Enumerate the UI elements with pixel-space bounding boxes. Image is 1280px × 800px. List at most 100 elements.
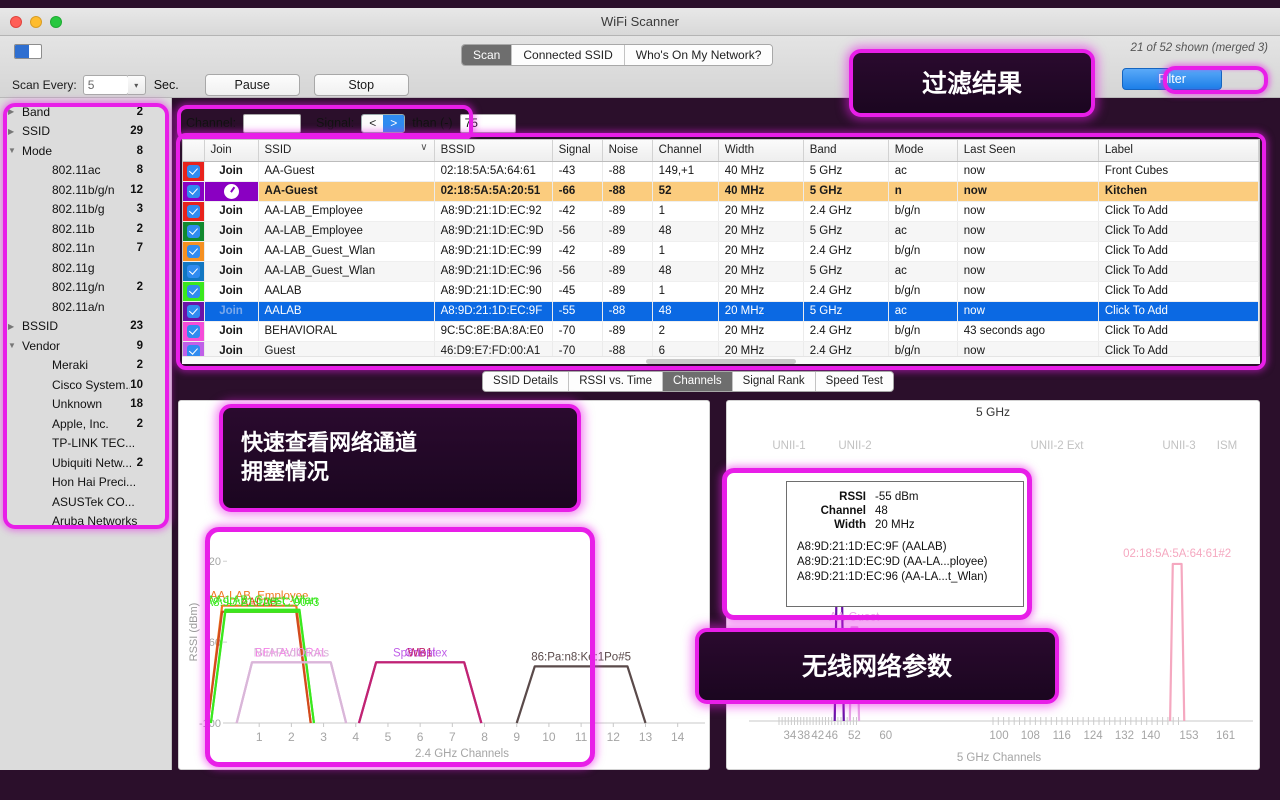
tab-signal-rank[interactable]: Signal Rank	[732, 372, 816, 391]
row-enable-checkbox[interactable]	[183, 201, 205, 222]
cell-label[interactable]: Click To Add	[1098, 261, 1259, 282]
tooltip-bssid-entry: A8:9D:21:1D:EC:96 (AA-LA...t_Wlan)	[797, 571, 988, 583]
networks-table-container[interactable]: Join SSID ∨ BSSID Signal Noise Channel W…	[182, 139, 1260, 364]
tab-channels[interactable]: Channels	[663, 372, 733, 391]
row-enable-checkbox[interactable]	[183, 281, 205, 302]
filter-tree-item-aruba-networks[interactable]: Aruba Networks	[0, 512, 171, 532]
disclosure-triangle-icon[interactable]: ▶	[8, 107, 22, 116]
disclosure-triangle-icon[interactable]: ▼	[8, 341, 22, 350]
maximize-window-icon[interactable]	[50, 15, 62, 28]
row-enable-checkbox[interactable]	[183, 321, 205, 342]
join-network-button[interactable]: Join	[204, 301, 259, 322]
col-channel[interactable]: Channel	[652, 140, 719, 162]
tab-rssi-vs-time[interactable]: RSSI vs. Time	[569, 372, 664, 391]
col-ssid[interactable]: SSID ∨	[258, 140, 435, 162]
filter-tree-item-802-11b-g[interactable]: 802.11b/g 3	[0, 200, 171, 220]
filter-tree-item-tp-link-tec[interactable]: TP-LINK TEC...	[0, 434, 171, 454]
tab-speed-test[interactable]: Speed Test	[815, 372, 893, 391]
filter-tree-item-802-11b-g-n[interactable]: 802.11b/g/n 12	[0, 180, 171, 200]
row-enable-checkbox[interactable]	[183, 181, 205, 202]
filter-tree-item-802-11n[interactable]: 802.11n 7	[0, 239, 171, 259]
stop-button[interactable]: Stop	[313, 74, 409, 96]
col-signal[interactable]: Signal	[552, 140, 603, 162]
tab-scan[interactable]: Scan	[462, 45, 513, 65]
cell-last-seen: now	[957, 201, 1099, 222]
filter-tree-item-802-11g[interactable]: 802.11g	[0, 258, 171, 278]
scan-interval-chevron-down-icon[interactable]: ▾	[127, 75, 146, 95]
filter-tree-item-hon-hai-preci[interactable]: Hon Hai Preci...	[0, 473, 171, 493]
filter-tree-item-unknown[interactable]: Unknown 18	[0, 395, 171, 415]
join-network-button[interactable]: Join	[204, 321, 259, 342]
join-network-button[interactable]: Join	[204, 201, 259, 222]
col-label[interactable]: Label	[1098, 140, 1259, 162]
table-row[interactable]: Join AA-LAB_Employee A8:9D:21:1D:EC:92 -42-…	[183, 201, 1259, 222]
filter-tree-item-ubiquiti-netw[interactable]: Ubiquiti Netw... 2	[0, 453, 171, 473]
tab-whos-on-my-network[interactable]: Who's On My Network?	[624, 45, 773, 65]
table-row[interactable]: Join AALAB A8:9D:21:1D:EC:90 -45 -89 1 20 MHz 2…	[183, 281, 1259, 302]
pause-button[interactable]: Pause	[204, 74, 300, 96]
filter-tree-item-band[interactable]: ▶ Band 2	[0, 102, 171, 122]
filter-tree-item-bssid[interactable]: ▶ BSSID 23	[0, 317, 171, 337]
filter-tree-item-802-11b[interactable]: 802.11b 2	[0, 219, 171, 239]
cell-label[interactable]: Click To Add	[1098, 321, 1259, 342]
select-all-checkbox-cell[interactable]	[183, 140, 205, 162]
join-network-button[interactable]: Join	[204, 241, 259, 262]
table-row[interactable]: AA-Guest 02:18:5A:5A:20:51 -66 -88 52 40 MHz 5…	[183, 181, 1259, 202]
cell-label[interactable]: Front Cubes	[1098, 161, 1259, 182]
row-enable-checkbox[interactable]	[183, 301, 205, 322]
col-bssid[interactable]: BSSID	[434, 140, 553, 162]
row-enable-checkbox[interactable]	[183, 221, 205, 242]
scan-interval-input[interactable]: 5	[82, 75, 129, 95]
filter-tree-item-802-11g-n[interactable]: 802.11g/n 2	[0, 278, 171, 298]
filter-tree-item-mode[interactable]: ▼ Mode 8	[0, 141, 171, 161]
filter-tree-item-802-11a-n[interactable]: 802.11a/n	[0, 297, 171, 317]
row-enable-checkbox[interactable]	[183, 161, 205, 182]
tab-ssid-details[interactable]: SSID Details	[483, 372, 570, 391]
table-row[interactable]: Join AA-Guest 02:18:5A:5A:64:61 -43 -88 149,+…	[183, 161, 1259, 182]
join-network-button[interactable]: Join	[204, 161, 259, 182]
filter-tree-item-vendor[interactable]: ▼ Vendor 9	[0, 336, 171, 356]
filter-tree-item-802-11ac[interactable]: 802.11ac 8	[0, 161, 171, 181]
col-width[interactable]: Width	[718, 140, 804, 162]
operator-greater-than[interactable]: >	[383, 114, 405, 132]
row-enable-checkbox[interactable]	[183, 241, 205, 262]
join-network-button[interactable]: Join	[204, 221, 259, 242]
col-mode[interactable]: Mode	[888, 140, 958, 162]
cell-label[interactable]: Click To Add	[1098, 241, 1259, 262]
table-horizontal-scrollbar[interactable]	[182, 356, 1260, 364]
filter-tree-item-cisco-system[interactable]: Cisco System... 10	[0, 375, 171, 395]
col-band[interactable]: Band	[803, 140, 889, 162]
speed-test-icon[interactable]	[204, 181, 259, 202]
cell-label[interactable]: Click To Add	[1098, 281, 1259, 302]
table-row[interactable]: Join AA-LAB_Guest_Wlan A8:9D:21:1D:EC:96 -5…	[183, 261, 1259, 282]
join-network-button[interactable]: Join	[204, 261, 259, 282]
cell-label[interactable]: Click To Add	[1098, 221, 1259, 242]
row-enable-checkbox[interactable]	[183, 261, 205, 282]
table-row[interactable]: Join AA-LAB_Guest_Wlan A8:9D:21:1D:EC:99 -4…	[183, 241, 1259, 262]
minimize-window-icon[interactable]	[30, 15, 42, 28]
cell-channel: 48	[652, 301, 719, 322]
filter-tree-item-asustek-co[interactable]: ASUSTek CO...	[0, 492, 171, 512]
col-noise[interactable]: Noise	[602, 140, 653, 162]
table-row[interactable]: Join AA-LAB_Employee A8:9D:21:1D:EC:9D -56-…	[183, 221, 1259, 242]
channel-filter-input[interactable]	[243, 113, 302, 133]
filter-tree-item-apple-inc[interactable]: Apple, Inc. 2	[0, 414, 171, 434]
col-last-seen[interactable]: Last Seen	[957, 140, 1099, 162]
cell-label[interactable]: Click To Add	[1098, 201, 1259, 222]
join-network-button[interactable]: Join	[204, 281, 259, 302]
col-join[interactable]: Join	[204, 140, 259, 162]
disclosure-triangle-icon[interactable]: ▼	[8, 146, 22, 155]
disclosure-triangle-icon[interactable]: ▶	[8, 127, 22, 136]
signal-threshold-input[interactable]: 75	[459, 113, 516, 133]
filter-tree-item-meraki[interactable]: Meraki 2	[0, 356, 171, 376]
disclosure-triangle-icon[interactable]: ▶	[8, 322, 22, 331]
filter-tree-item-ssid[interactable]: ▶ SSID 29	[0, 122, 171, 142]
cell-label[interactable]: Kitchen	[1098, 181, 1259, 202]
table-row[interactable]: Join BEHAVIORAL 9C:5C:8E:BA:8A:E0 -70 -89 2 20…	[183, 321, 1259, 342]
operator-less-than[interactable]: <	[362, 114, 384, 132]
table-row[interactable]: Join AALAB A8:9D:21:1D:EC:9F -55 -88 48 20 MHz…	[183, 301, 1259, 322]
cell-label[interactable]: Click To Add	[1098, 301, 1259, 322]
view-toggle[interactable]	[14, 44, 42, 59]
close-window-icon[interactable]	[10, 15, 22, 28]
tab-connected-ssid[interactable]: Connected SSID	[512, 45, 625, 65]
